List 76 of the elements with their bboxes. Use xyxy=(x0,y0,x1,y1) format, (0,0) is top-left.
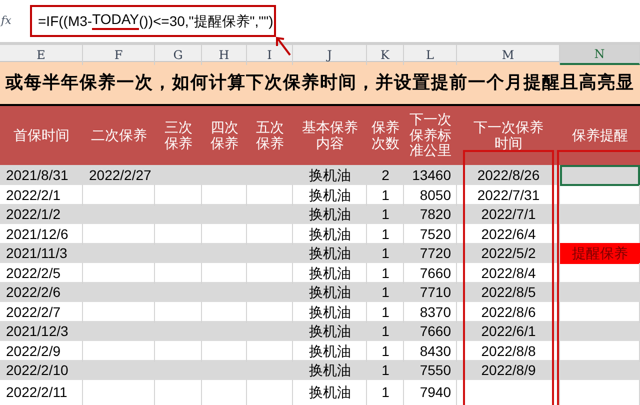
table-cell: 1 xyxy=(367,184,404,206)
table-cell: 2022/8/4 xyxy=(457,262,560,284)
table-cell: 换机油 xyxy=(293,302,367,322)
table-cell: 换机油 xyxy=(293,340,367,362)
table-header-cell-text: 四次保养 xyxy=(210,118,240,152)
table-header-cell-text: 下一次保养时间 xyxy=(472,118,544,152)
table-cell: 7940 xyxy=(404,380,457,404)
table-header-cell-text: 二次保养 xyxy=(90,126,148,145)
table-cell: 换机油 xyxy=(293,224,367,244)
table-cell: 2022/2/9 xyxy=(0,340,83,362)
table-cell-text: 换机油 xyxy=(308,361,352,380)
table-cell: 换机油 xyxy=(293,184,367,206)
table-cell-text: 换机油 xyxy=(308,244,352,263)
table-cell: 1 xyxy=(367,340,404,362)
table-cell-text: 1 xyxy=(380,283,390,302)
table-cell-text: 2022/1/2 xyxy=(5,205,62,224)
table-cell: 2022/2/7 xyxy=(0,302,83,322)
table-cell-text: 7660 xyxy=(418,322,452,341)
table-header-cell-text: 保养提醒 xyxy=(571,126,629,145)
table-cell-text: 2021/8/31 xyxy=(5,166,70,185)
table-cell: 1 xyxy=(367,224,404,244)
table-cell-text: 7710 xyxy=(418,283,452,302)
table-cell: 2022/2/5 xyxy=(0,262,83,284)
table-cell: 2022/8/6 xyxy=(457,302,560,322)
table-cell: 8370 xyxy=(404,302,457,322)
table-cell-text: 2022/8/26 xyxy=(476,166,541,185)
table-cell-text: 1 xyxy=(380,244,390,263)
formula-field[interactable]: =IF((M3-TODAY())<=30,"提醒保养","") xyxy=(30,5,276,37)
table-header-cell-text: 三次保养 xyxy=(164,118,194,152)
table-cell-text: 2021/12/3 xyxy=(5,322,70,341)
table-cell: 7660 xyxy=(404,262,457,284)
table-cell: 换机油 xyxy=(293,262,367,284)
table-cell: 1 xyxy=(367,262,404,284)
table-cell-text: 2022/8/9 xyxy=(480,361,537,380)
table-cell: 8430 xyxy=(404,340,457,362)
table-cell: 1 xyxy=(367,302,404,322)
table-cell: 2022/2/1 xyxy=(0,184,83,206)
table-cell-text: 2 xyxy=(380,166,390,185)
table-cell-text: 1 xyxy=(380,205,390,224)
sheet-title: 或每半年保养一次，如何计算下次保养时间，并设置提前一个月提醒且高亮显 xyxy=(6,72,634,95)
table-cell-text: 7550 xyxy=(418,361,452,380)
table-header-cell-text: 下一次保养标准公里 xyxy=(408,110,452,160)
table-cell-text: 2022/8/5 xyxy=(480,283,537,302)
table-cell-text: 2022/2/6 xyxy=(5,283,62,302)
table-cell-text: 换机油 xyxy=(308,322,352,341)
table-header-cell-text: 首保时间 xyxy=(12,126,70,145)
table-cell-text: 换机油 xyxy=(308,205,352,224)
table-cell: 换机油 xyxy=(293,380,367,404)
arrow-icon xyxy=(274,35,292,56)
function-label: fx xyxy=(0,12,12,29)
table-cell-text: 1 xyxy=(380,361,390,380)
table-cell-text: 1 xyxy=(380,322,390,341)
table-cell: 1 xyxy=(367,380,404,404)
table-cell-text: 7820 xyxy=(418,205,452,224)
table-cell: 7520 xyxy=(404,224,457,244)
table-header-cell-text: 五次保养 xyxy=(255,118,285,152)
table-cell-text: 换机油 xyxy=(308,166,352,185)
table-cell: 2022/8/8 xyxy=(457,340,560,362)
table-cell: 2022/7/31 xyxy=(457,184,560,206)
table-header-cell-text: 保养次数 xyxy=(370,118,400,152)
table-cell-text: 2021/11/3 xyxy=(5,244,68,263)
table-cell: 2022/2/11 xyxy=(0,380,83,404)
table-cell-text: 7720 xyxy=(418,244,452,263)
table-cell-text: 2022/5/2 xyxy=(480,244,537,263)
table-cell: 提醒保养 xyxy=(560,243,640,264)
column-header[interactable]: N xyxy=(560,45,640,65)
table-cell: 2022/6/4 xyxy=(457,224,560,244)
table-cell-text: 换机油 xyxy=(308,283,352,302)
table-cell-text: 2022/7/1 xyxy=(480,205,537,224)
table-cell-text: 2022/6/1 xyxy=(480,322,537,341)
table-header-cell-text: 基本保养内容 xyxy=(301,118,359,152)
table-cell: 2021/12/6 xyxy=(0,224,83,244)
table-cell-text: 13460 xyxy=(411,166,452,185)
table-cell-text: 2022/2/10 xyxy=(5,361,70,380)
table-cell-text: 2022/2/27 xyxy=(88,166,152,185)
table-cell: 8050 xyxy=(404,184,457,206)
